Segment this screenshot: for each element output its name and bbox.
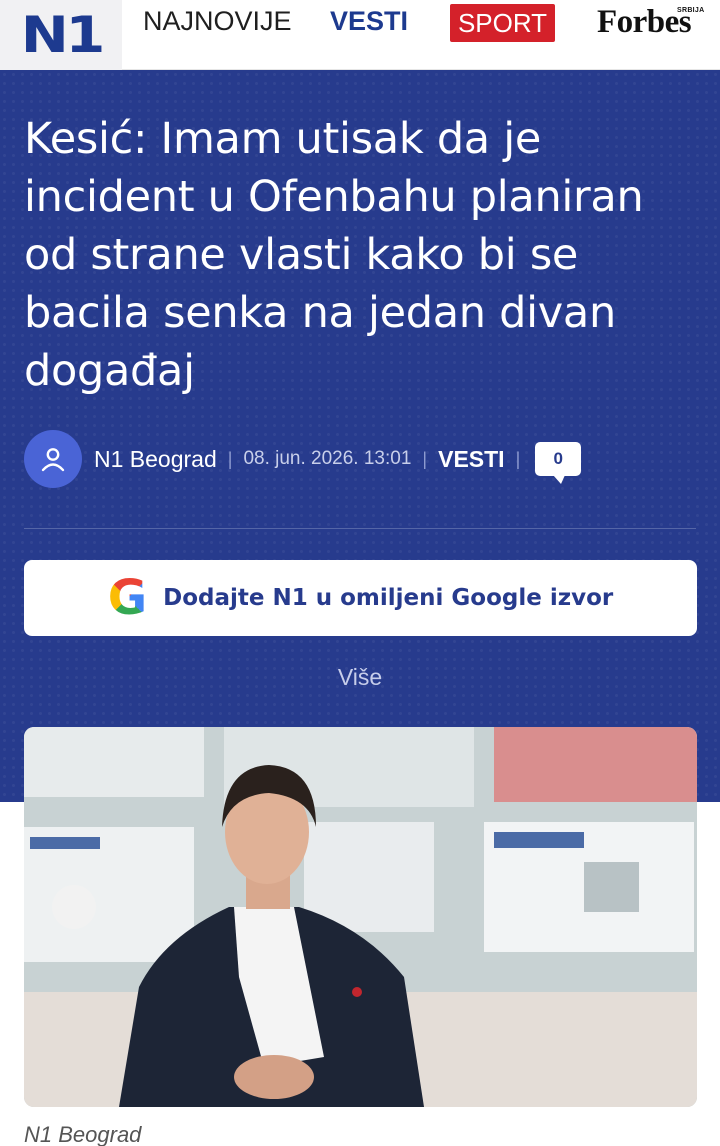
author-avatar[interactable]: [24, 430, 82, 488]
top-nav: N1 NAJNOVIJE VESTI SPORT Forbes SRBIJA: [0, 0, 720, 70]
nav-item-sport[interactable]: SPORT: [450, 4, 555, 42]
google-source-label: Dodajte N1 u omiljeni Google izvor: [163, 585, 614, 611]
divider: [24, 528, 696, 529]
forbes-logo-sub: SRBIJA: [677, 7, 705, 14]
nav-item-najnovije[interactable]: NAJNOVIJE: [143, 8, 292, 35]
n1-logo[interactable]: N1: [0, 0, 122, 70]
comments-button[interactable]: 0: [535, 442, 582, 484]
google-g-icon: G: [107, 570, 148, 626]
author-name[interactable]: N1 Beograd: [94, 446, 217, 473]
meta-separator: |: [422, 448, 428, 469]
meta-separator: |: [227, 448, 233, 469]
more-link[interactable]: Više: [0, 664, 720, 691]
n1-logo-text: N1: [20, 5, 105, 64]
meta-separator: |: [515, 448, 521, 469]
category-link[interactable]: VESTI: [438, 446, 504, 473]
comment-count: 0: [553, 449, 563, 468]
google-source-button[interactable]: G Dodajte N1 u omiljeni Google izvor: [24, 560, 697, 636]
article-hero: Kesić: Imam utisak da je incident u Ofen…: [0, 70, 720, 802]
article-photo[interactable]: [24, 727, 697, 1107]
photo-credit: N1 Beograd: [24, 1122, 142, 1146]
nav-item-vesti[interactable]: VESTI: [330, 8, 408, 35]
user-icon: [41, 448, 65, 472]
publish-date: 08. jun. 2026. 13:01: [243, 448, 412, 469]
article-photo-image: [24, 727, 697, 1107]
article-meta: N1 Beograd | 08. jun. 2026. 13:01 | VEST…: [24, 430, 582, 488]
article-title: Kesić: Imam utisak da je incident u Ofen…: [24, 114, 644, 396]
